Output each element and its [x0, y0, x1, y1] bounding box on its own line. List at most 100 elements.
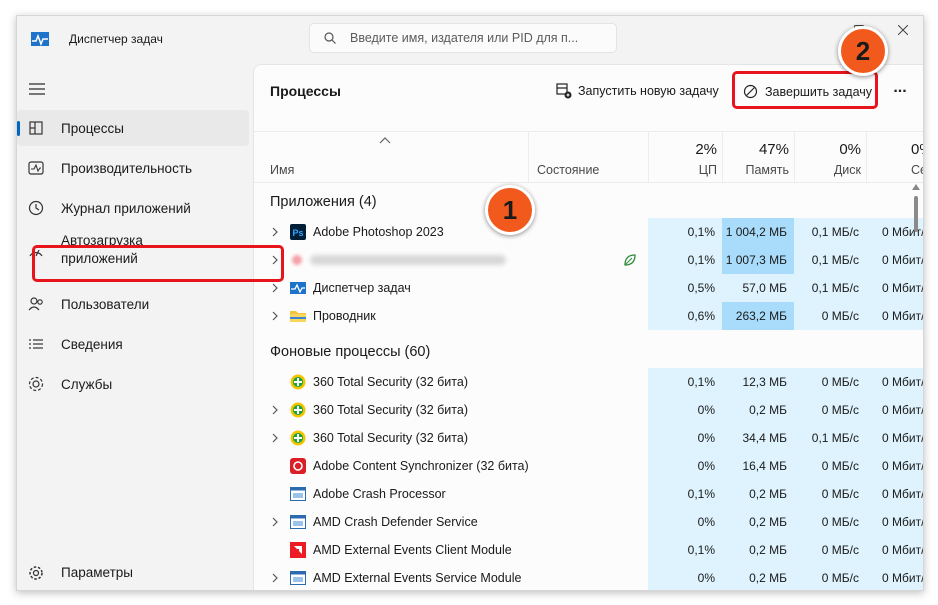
disk-cell: 0 МБ/с	[794, 302, 866, 330]
details-icon	[29, 339, 43, 349]
chevron-right-icon[interactable]	[271, 433, 279, 443]
process-row[interactable]: AMD External Events Client Module 0,1% 0,2…	[254, 536, 923, 564]
search-icon	[324, 32, 336, 44]
sidebar-item-users[interactable]: Пользователи	[17, 286, 249, 322]
process-row[interactable]: Проводник 0,6%263,2 МБ0 МБ/с0 Мбит/с	[254, 302, 923, 330]
disk-cell: 0,1 МБ/с	[794, 274, 866, 302]
column-header-memory[interactable]: 47% Память	[722, 132, 795, 182]
sidebar-item-details[interactable]: Сведения	[17, 326, 249, 362]
cpu-cell: 0,6%	[648, 302, 722, 330]
cpu-cell: 0,5%	[648, 274, 722, 302]
process-row[interactable]: 360 Total Security (32 бита) 0% 34,4 МБ 0,1…	[254, 424, 923, 452]
network-cell: 0 Мбит/с	[866, 396, 923, 424]
sidebar-item-label: Производительность	[61, 161, 193, 176]
step-badge-2: 2	[838, 26, 888, 76]
chevron-right-icon[interactable]	[271, 573, 279, 583]
network-cell: 0 Мбит/с	[866, 452, 923, 480]
sidebar-item-settings[interactable]: Параметры	[17, 559, 249, 587]
adobe-cc-icon	[290, 458, 306, 474]
disk-cell: 0 МБ/с	[794, 452, 866, 480]
chevron-right-icon[interactable]	[271, 517, 279, 527]
network-cell: 0 Мбит/с	[866, 508, 923, 536]
network-cell: 0 Мбит/с	[866, 368, 923, 396]
cpu-cell: 0,1%	[648, 218, 722, 246]
chevron-right-icon[interactable]	[271, 283, 279, 293]
sidebar-item-label: Сведения	[61, 337, 123, 352]
sidebar-item-label: Журнал приложений	[61, 201, 191, 216]
sidebar-item-processes[interactable]: Процессы	[17, 110, 249, 146]
memory-cell: 0,2 МБ	[722, 564, 794, 590]
sidebar-item-label: Службы	[61, 377, 113, 392]
process-row[interactable]: 0,1%1 007,3 МБ0,1 МБ/с0 Мбит/с	[254, 246, 923, 274]
amd-icon	[290, 542, 306, 558]
process-row[interactable]: Диспетчер задач 0,5% 57,0 МБ 0,1 МБ/с 0 Мбит…	[254, 274, 923, 302]
blurred-process-name	[310, 255, 506, 265]
memory-cell: 0,2 МБ	[722, 480, 794, 508]
task-manager-window: Диспетчер задач Процессы Производительно	[16, 15, 924, 591]
process-row[interactable]: Adobe Content Synchronizer (32 бита) 0% 16…	[254, 452, 923, 480]
column-header-disk[interactable]: 0% Диск	[794, 132, 867, 182]
photoshop-icon: Ps	[290, 224, 306, 240]
disk-cell: 0 МБ/с	[794, 480, 866, 508]
process-name: Диспетчер задач	[313, 281, 411, 295]
memory-cell: 0,2 МБ	[722, 536, 794, 564]
app-window-icon	[290, 515, 306, 529]
efficiency-mode-leaf-icon	[624, 254, 636, 266]
close-button[interactable]	[883, 16, 923, 46]
process-row[interactable]: AMD Crash Defender Service 0% 0,2 МБ 0 МБ/с…	[254, 508, 923, 536]
disk-cell: 0 МБ/с	[794, 564, 866, 590]
column-header-state[interactable]: Состояние	[528, 132, 649, 182]
services-icon	[28, 376, 44, 392]
cpu-cell: 0%	[648, 564, 722, 590]
new-task-icon	[556, 83, 572, 99]
chevron-right-icon[interactable]	[271, 405, 279, 415]
column-header-network[interactable]: 0%Се	[866, 132, 923, 182]
processes-panel: Процессы Запустить новую задачу Завершит…	[253, 64, 923, 590]
sidebar-item-label: Пользователи	[61, 297, 150, 312]
search-box[interactable]	[309, 23, 617, 53]
process-row[interactable]: 360 Total Security (32 бита) 0,1% 12,3 МБ 0…	[254, 368, 923, 396]
task-manager-icon	[290, 282, 306, 294]
more-options-button[interactable]: ...	[888, 79, 912, 101]
cpu-cell: 0,1%	[648, 480, 722, 508]
memory-cell: 0,2 МБ	[722, 508, 794, 536]
end-task-icon	[743, 84, 758, 99]
cpu-cell: 0,1%	[648, 368, 722, 396]
memory-cell: 1 007,3 МБ	[722, 246, 794, 274]
end-task-label: Завершить задачу	[765, 85, 873, 99]
column-header-cpu[interactable]: 2% ЦП	[648, 132, 723, 182]
process-row[interactable]: AMD External Events Service Module 0% 0,2 …	[254, 564, 923, 590]
process-row[interactable]: 360 Total Security (32 бита) 0% 0,2 МБ 0 МБ…	[254, 396, 923, 424]
search-input[interactable]	[350, 29, 608, 47]
scroll-up-arrow-icon[interactable]	[912, 184, 920, 190]
performance-icon	[28, 161, 44, 175]
memory-cell: 1 004,2 МБ	[722, 218, 794, 246]
page-title: Процессы	[270, 83, 341, 99]
app-window-icon	[290, 487, 306, 501]
sidebar-item-performance[interactable]: Производительность	[17, 150, 249, 186]
process-name: AMD External Events Service Module	[313, 571, 522, 585]
sort-up-icon[interactable]	[378, 136, 392, 144]
column-header-name[interactable]: Имя	[270, 163, 294, 177]
process-row[interactable]: Ps Adobe Photoshop 2023 0,1% 1 004,2 МБ 0,1 …	[254, 218, 923, 246]
network-cell: 0 Мбит/с	[866, 536, 923, 564]
disk-cell: 0,1 МБ/с	[794, 246, 866, 274]
memory-cell: 34,4 МБ	[722, 424, 794, 452]
title-bar: Диспетчер задач	[17, 16, 923, 64]
sidebar-item-history[interactable]: Журнал приложений	[17, 190, 249, 226]
process-row[interactable]: Adobe Crash Processor 0,1% 0,2 МБ 0 МБ/с 0 М…	[254, 480, 923, 508]
network-cell: 0 Мбит/с	[866, 424, 923, 452]
section-apps: Приложения (4)	[270, 194, 377, 210]
end-task-button[interactable]: Завершить задачу	[732, 71, 878, 109]
hamburger-menu-icon[interactable]	[27, 80, 47, 98]
process-name: Adobe Photoshop 2023	[313, 225, 444, 239]
vertical-scrollbar-thumb[interactable]	[914, 196, 918, 232]
users-icon	[28, 297, 43, 311]
sidebar-item-services[interactable]: Службы	[17, 366, 249, 402]
chevron-right-icon[interactable]	[271, 227, 279, 237]
chevron-right-icon[interactable]	[271, 311, 279, 321]
step-badge-1: 1	[485, 185, 535, 235]
process-name: AMD Crash Defender Service	[313, 515, 478, 529]
cpu-cell: 0%	[648, 508, 722, 536]
cpu-cell: 0%	[648, 396, 722, 424]
